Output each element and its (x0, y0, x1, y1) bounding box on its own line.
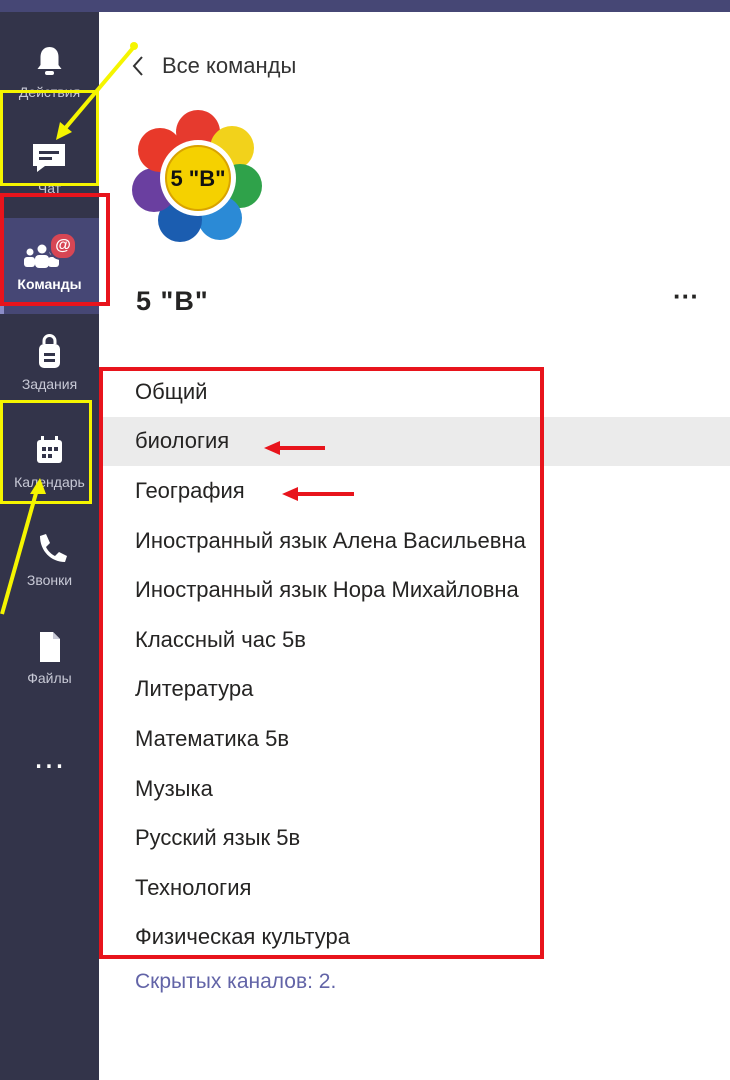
bell-icon (0, 40, 99, 80)
channel-item-biology[interactable]: биология (99, 416, 730, 467)
rail-item-files[interactable]: Файлы (0, 612, 99, 708)
rail-label-calendar: Календарь (14, 474, 85, 490)
channel-item-foreign-lang-2[interactable]: Иностранный язык Нора Михайловна (99, 565, 730, 615)
channel-item-class-hour[interactable]: Классный час 5в (99, 615, 730, 665)
rail-label-assignments: Задания (21, 376, 78, 392)
channel-item-math[interactable]: Математика 5в (99, 714, 730, 764)
backpack-icon (0, 332, 99, 372)
rail-item-assignments[interactable]: Задания (0, 318, 99, 414)
chevron-left-icon (130, 54, 146, 78)
rail-label-files: Файлы (27, 670, 72, 686)
rail-label-activity: Действия (18, 84, 81, 100)
rail-label-teams: Команды (17, 276, 82, 292)
calendar-icon (0, 430, 99, 470)
channel-item-russian[interactable]: Русский язык 5в (99, 813, 730, 863)
rail-item-teams[interactable]: @ Команды (0, 218, 99, 314)
mention-badge: @ (49, 232, 77, 260)
app-rail: Действия Чат @ Команды Задания Календарь… (0, 12, 99, 1080)
more-apps-button[interactable]: ... (0, 740, 99, 782)
phone-icon (0, 528, 99, 568)
team-title: 5 "В" (136, 286, 209, 316)
rail-item-calendar[interactable]: Календарь (0, 416, 99, 512)
rail-label-calls: Звонки (26, 572, 73, 588)
hidden-channels-link[interactable]: Скрытых каналов: 2. (135, 970, 336, 994)
channel-item-literature[interactable]: Литература (99, 665, 730, 715)
team-more-options-button[interactable]: ··· (668, 283, 704, 318)
channel-item-foreign-lang-1[interactable]: Иностранный язык Алена Васильевна (99, 516, 730, 566)
back-to-all-teams[interactable]: Все команды (130, 46, 296, 86)
team-logo: 5 "В" (128, 108, 268, 248)
team-logo-text: 5 "В" (170, 166, 225, 191)
title-bar-strip (0, 0, 730, 12)
channel-item-technology[interactable]: Технология (99, 863, 730, 913)
back-label: Все команды (162, 53, 297, 78)
channel-item-pe[interactable]: Физическая культура (99, 913, 730, 963)
chat-icon (0, 136, 99, 176)
channel-list: Общий биология География Иностранный язы… (99, 367, 730, 962)
rail-item-calls[interactable]: Звонки (0, 514, 99, 610)
rail-label-chat: Чат (37, 180, 62, 196)
channel-item-general[interactable]: Общий (99, 367, 730, 417)
rail-item-activity[interactable]: Действия (0, 26, 99, 122)
rail-item-chat[interactable]: Чат (0, 122, 99, 218)
channel-item-music[interactable]: Музыка (99, 764, 730, 814)
file-icon (0, 626, 99, 666)
channel-item-geography[interactable]: География (99, 466, 730, 516)
